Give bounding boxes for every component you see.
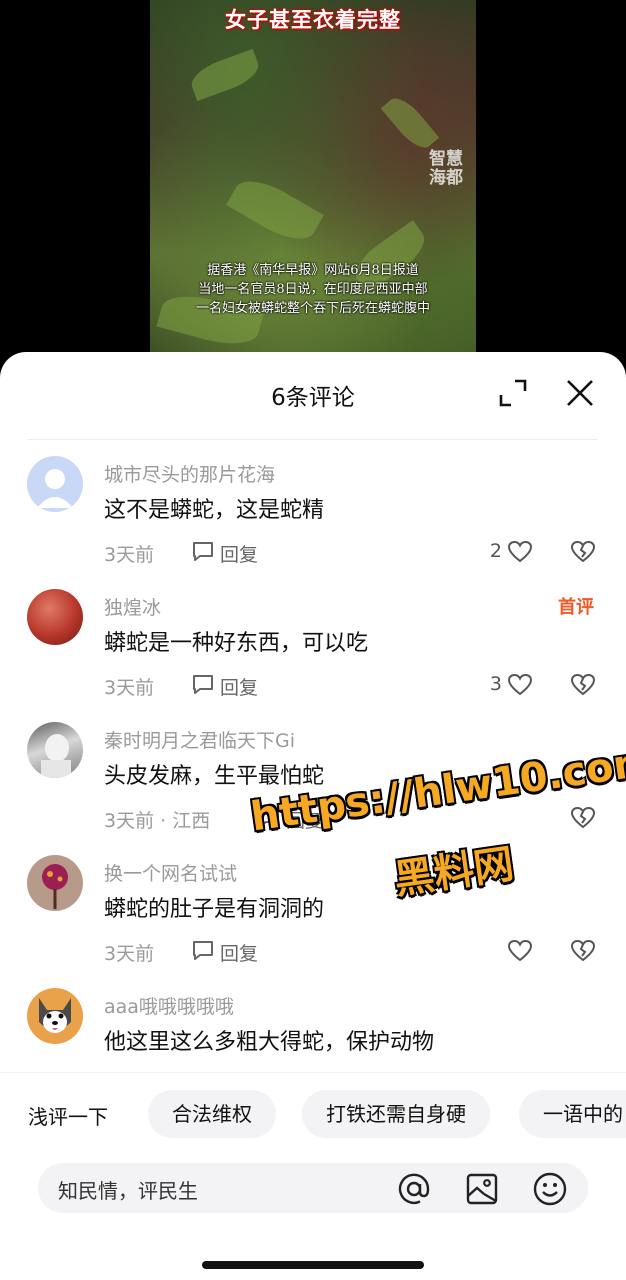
logo-text: 海都	[429, 168, 463, 188]
avatar[interactable]	[27, 722, 83, 778]
mention-icon[interactable]	[396, 1171, 432, 1207]
like-count: 2	[489, 540, 502, 562]
comment-time: 3天前	[104, 544, 155, 566]
quick-comment-chip[interactable]: 一语中的	[519, 1090, 626, 1138]
reply-button[interactable]: 回复	[220, 673, 258, 700]
avatar[interactable]	[27, 988, 83, 1044]
default-avatar-icon	[37, 469, 73, 508]
reply-button[interactable]: 回复	[220, 939, 258, 966]
like-count: 3	[489, 673, 502, 695]
sheet-header: 6条评论	[28, 352, 598, 440]
broken-heart-icon[interactable]	[570, 673, 596, 697]
foliage-decoration	[380, 91, 440, 155]
broken-heart-icon[interactable]	[570, 939, 596, 963]
video-caption-line: 当地一名官员8日说，在印度尼西亚中部	[198, 282, 428, 297]
close-icon[interactable]	[564, 377, 596, 409]
video-logo: 智慧 海都	[424, 150, 468, 188]
reply-icon[interactable]	[191, 540, 215, 562]
video-title: 女子甚至衣着完整	[225, 8, 401, 32]
video-player[interactable]: 女子甚至衣着完整 智慧 海都 据香港《南华早报》网站6月8日报道 当地一名官员8…	[150, 0, 476, 360]
broken-heart-icon[interactable]	[570, 806, 596, 830]
reply-button[interactable]: 回复	[220, 540, 258, 567]
flower-avatar-icon	[42, 864, 68, 909]
comment-text: 这不是蟒蛇，这是蛇精	[104, 498, 325, 523]
comment-author[interactable]: aaa哦哦哦哦哦	[104, 992, 234, 1019]
comment-text: 头皮发麻，生平最怕蛇	[104, 764, 325, 789]
comment-author[interactable]: 秦时明月之君临天下Gi	[104, 726, 295, 753]
comment-time-location: 3天前 · 江西	[104, 810, 211, 832]
reply-icon[interactable]	[191, 939, 215, 961]
broken-heart-icon[interactable]	[570, 540, 596, 564]
comment-author[interactable]: 城市尽头的那片花海	[104, 460, 275, 487]
comment-author[interactable]: 独煌冰	[104, 593, 161, 620]
expand-icon[interactable]	[498, 378, 528, 408]
comment-text: 他这里这么多粗大得蛇，保护动物	[104, 1030, 435, 1055]
image-icon[interactable]	[464, 1171, 500, 1207]
avatar[interactable]	[27, 589, 83, 645]
avatar[interactable]	[27, 456, 83, 512]
comment-input[interactable]: 知民情，评民生	[38, 1163, 588, 1213]
comment-author[interactable]: 换一个网名试试	[104, 859, 237, 886]
heart-icon[interactable]	[507, 673, 533, 697]
comment-time: 3天前	[104, 943, 155, 965]
quick-comment-label: 浅评一下	[28, 1105, 108, 1129]
person-photo-icon	[41, 734, 71, 778]
comment-compose-bar: 浅评一下 合法维权 打铁还需自身硬 一语中的 知民情，评民生	[0, 1072, 626, 1280]
comment-item: 独煌冰 首评 蟒蛇是一种好东西，可以吃 3天前 回复 3	[0, 589, 626, 722]
avatar[interactable]	[27, 855, 83, 911]
comment-text: 蟒蛇的肚子是有洞洞的	[104, 897, 325, 922]
heart-icon[interactable]	[507, 540, 533, 564]
reply-icon[interactable]	[191, 673, 215, 695]
first-comment-badge: 首评	[558, 597, 594, 618]
home-indicator	[202, 1261, 424, 1269]
comment-text: 蟒蛇是一种好东西，可以吃	[104, 631, 369, 656]
foliage-decoration	[226, 170, 324, 250]
comment-time: 3天前	[104, 677, 155, 699]
heart-icon[interactable]	[507, 939, 533, 963]
comment-item: 换一个网名试试 蟒蛇的肚子是有洞洞的 3天前 回复	[0, 855, 626, 988]
comment-item: 城市尽头的那片花海 这不是蟒蛇，这是蛇精 3天前 回复 2	[0, 456, 626, 589]
logo-text: 智慧	[429, 149, 463, 169]
video-caption-line: 据香港《南华早报》网站6月8日报道	[207, 263, 419, 278]
quick-comment-chip[interactable]: 合法维权	[148, 1090, 276, 1138]
emoji-icon[interactable]	[532, 1171, 568, 1207]
video-caption-line: 一名妇女被蟒蛇整个吞下后死在蟒蛇腹中	[195, 301, 430, 316]
comment-input-placeholder: 知民情，评民生	[58, 1179, 198, 1203]
foliage-decoration	[186, 48, 264, 102]
husky-avatar-icon	[39, 998, 71, 1033]
quick-comment-chip[interactable]: 打铁还需自身硬	[302, 1090, 490, 1138]
